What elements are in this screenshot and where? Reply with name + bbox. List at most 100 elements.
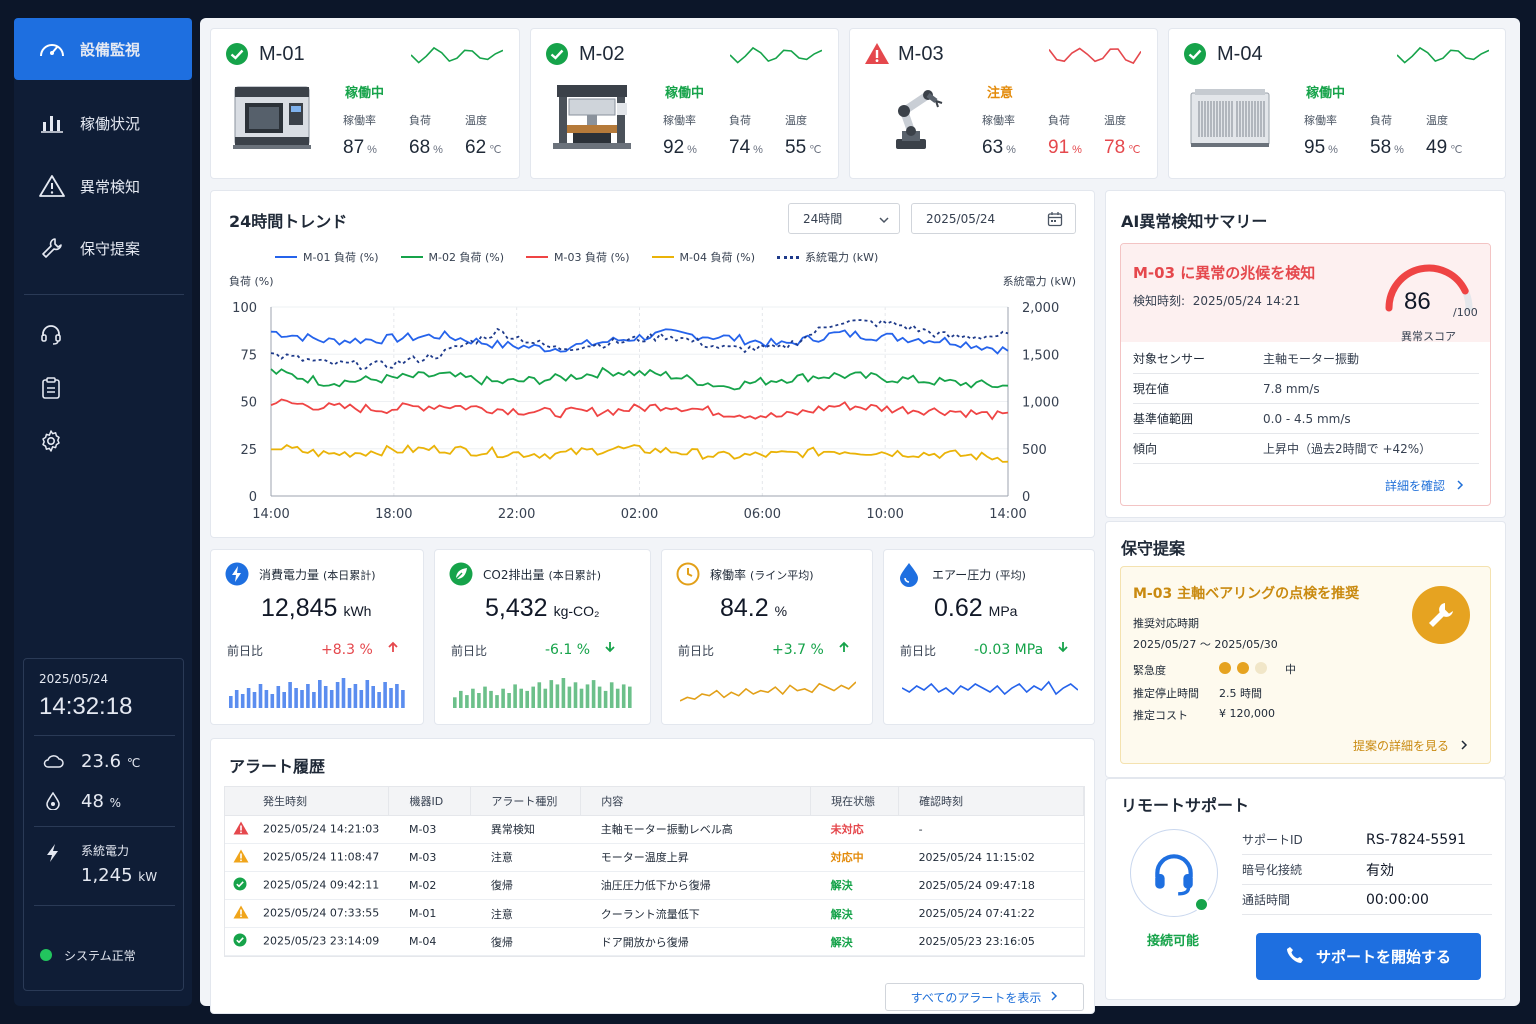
- ai-info-row: 対象センサー 主軸モーター振動: [1133, 344, 1479, 374]
- current-date: 2025/05/24: [39, 672, 109, 686]
- spark-bar: [323, 686, 328, 708]
- spark-bar: [365, 680, 370, 708]
- y2-tick-label: 0: [1022, 490, 1030, 505]
- info-key: 通話時間: [1242, 893, 1291, 907]
- spark-bar: [579, 688, 584, 708]
- start-support-label: サポートを開始する: [1315, 948, 1451, 966]
- metric-value: 58: [1370, 137, 1392, 158]
- table-row[interactable]: 2025/05/23 23:14:09 M-04 復帰 ドア開放から復帰 解決 2025/…: [225, 927, 1084, 957]
- spark-bar: [585, 684, 590, 708]
- table-row[interactable]: 2025/05/24 11:08:47 M-03 注意 モーター温度上昇 対応中 2025…: [225, 843, 1084, 872]
- score-label: 異常スコア: [1401, 330, 1456, 343]
- spark-bar: [401, 690, 405, 708]
- nav-item-anomaly[interactable]: 異常検知: [14, 155, 192, 217]
- ai-detail-link[interactable]: 詳細を確認: [1385, 477, 1464, 494]
- alert-content: 油圧圧力低下から復帰: [580, 871, 811, 901]
- info-value: 有効: [1366, 862, 1394, 879]
- alert-machine-id: M-03: [388, 843, 471, 872]
- humidity-value: 48: [81, 791, 104, 812]
- nav-item-maintenance[interactable]: 保守提案: [14, 217, 192, 279]
- alert-machine-id: M-03: [388, 815, 471, 844]
- divider: [34, 735, 175, 736]
- metric-unit: %: [753, 144, 763, 156]
- downtime-value: 2.5 時間: [1219, 687, 1262, 700]
- anomaly-score: 86: [1404, 288, 1431, 315]
- arrow-down-icon: [604, 642, 616, 658]
- alert-time: 2025/05/24 09:42:11: [263, 878, 380, 892]
- spark-bar: [489, 690, 493, 708]
- arrow-down-icon: [1057, 642, 1069, 658]
- metric-load: 68%: [409, 137, 443, 159]
- urgency-dots: [1219, 662, 1273, 674]
- info-value: RS-7824-5591: [1366, 831, 1466, 848]
- kpi-sparkline: [453, 678, 634, 712]
- x-tick-label: 18:00: [375, 507, 412, 522]
- check-circle-icon: [545, 43, 569, 70]
- gear-icon[interactable]: [38, 428, 64, 454]
- machine-card-m-04[interactable]: M-04 稼働中 稼働率 95% 負荷 58% 温度 49 ℃: [1168, 28, 1506, 179]
- metric-label: 負荷: [729, 114, 751, 127]
- clipboard-icon[interactable]: [38, 375, 64, 401]
- warning-icon: [34, 174, 70, 198]
- urgency-dot: [1255, 662, 1267, 674]
- remote-info-row: 通話時間 00:00:00: [1242, 885, 1492, 915]
- nav-label: 異常検知: [80, 177, 141, 196]
- maintenance-box: M-03 主軸ベアリングの点検を推奨 推奨対応時期 2025/05/27 〜 2…: [1120, 566, 1491, 764]
- view-all-alerts-button[interactable]: すべてのアラートを表示: [885, 983, 1084, 1011]
- remote-info-row: サポートID RS-7824-5591: [1242, 825, 1492, 855]
- spark-bar: [513, 684, 517, 708]
- metric-label: 稼働率: [343, 114, 376, 127]
- spark-bar: [471, 688, 475, 708]
- info-key: サポートID: [1242, 833, 1303, 847]
- machine-card-m-03[interactable]: M-03 注意 稼働率 63% 負荷 91% 温度 78 ℃: [849, 28, 1158, 179]
- metric-label: 温度: [1104, 114, 1126, 127]
- clock-icon: [676, 562, 700, 590]
- x-tick-label: 06:00: [744, 507, 781, 522]
- kpi-unit: kg-CO₂: [553, 603, 600, 619]
- info-value: 0.0 - 4.5 mm/s: [1263, 411, 1351, 426]
- table-row[interactable]: 2025/05/24 07:33:55 M-01 注意 クーラント流量低下 解決 2025…: [225, 899, 1084, 929]
- metric-label: 負荷: [1048, 114, 1070, 127]
- alert-state: 解決: [810, 871, 899, 901]
- y-tick-label: 25: [240, 443, 257, 458]
- spark-bar: [270, 694, 275, 708]
- current-time: 14:32:18: [39, 693, 133, 720]
- kpi-title: 稼働率 (ライン平均): [710, 566, 814, 583]
- chevron-right-icon: [1051, 990, 1058, 1004]
- alert-type: 復帰: [470, 871, 581, 901]
- spark-bar: [258, 684, 263, 708]
- kpi-title-sub: (平均): [995, 569, 1026, 582]
- metric-value: 74: [729, 137, 751, 158]
- maintenance-detail-link[interactable]: 提案の詳細を見る: [1353, 737, 1468, 754]
- chevron-right-icon: [1461, 739, 1468, 753]
- spark-bar: [276, 686, 281, 708]
- arrow-up-icon: [387, 641, 399, 658]
- urgency-dot: [1219, 662, 1231, 674]
- headset-icon[interactable]: [38, 321, 64, 347]
- metric-unit: ℃: [809, 144, 822, 156]
- spark-bar: [288, 682, 292, 708]
- spark-bar: [377, 692, 381, 708]
- spark-bar: [603, 690, 608, 708]
- y-tick-label: 100: [232, 301, 257, 316]
- table-row[interactable]: 2025/05/24 14:21:03 M-03 異常検知 主軸モーター振動レベル高未…: [225, 815, 1084, 844]
- nav-label: 保守提案: [80, 239, 141, 258]
- online-dot: [1194, 897, 1209, 912]
- spark-bar: [459, 690, 463, 708]
- metric-label: 温度: [785, 114, 807, 127]
- period-value: 2025/05/27 〜 2025/05/30: [1133, 638, 1278, 651]
- table-row[interactable]: 2025/05/24 09:42:11 M-02 復帰 油圧圧力低下から復帰 解決 202…: [225, 871, 1084, 901]
- metric-temp: 55 ℃: [785, 137, 822, 159]
- cloud-icon: [42, 753, 64, 773]
- kpi-delta: +3.7 %: [772, 640, 850, 658]
- column-header: 現在状態: [810, 787, 900, 816]
- wrench-icon: [1412, 586, 1470, 644]
- nav-item-operation[interactable]: 稼働状況: [14, 92, 192, 154]
- nav-item-monitoring[interactable]: 設備監視: [14, 18, 192, 80]
- machine-card-m-01[interactable]: M-01 稼働中 稼働率 87% 負荷 68% 温度 62 ℃: [210, 28, 520, 179]
- start-support-button[interactable]: サポートを開始する: [1256, 933, 1481, 980]
- alert-machine-id: M-04: [388, 927, 471, 957]
- metric-unit: %: [1394, 144, 1404, 156]
- kpi-title-main: 稼働率: [710, 568, 747, 582]
- machine-card-m-02[interactable]: M-02 稼働中 稼働率 92% 負荷 74% 温度 55 ℃: [530, 28, 839, 179]
